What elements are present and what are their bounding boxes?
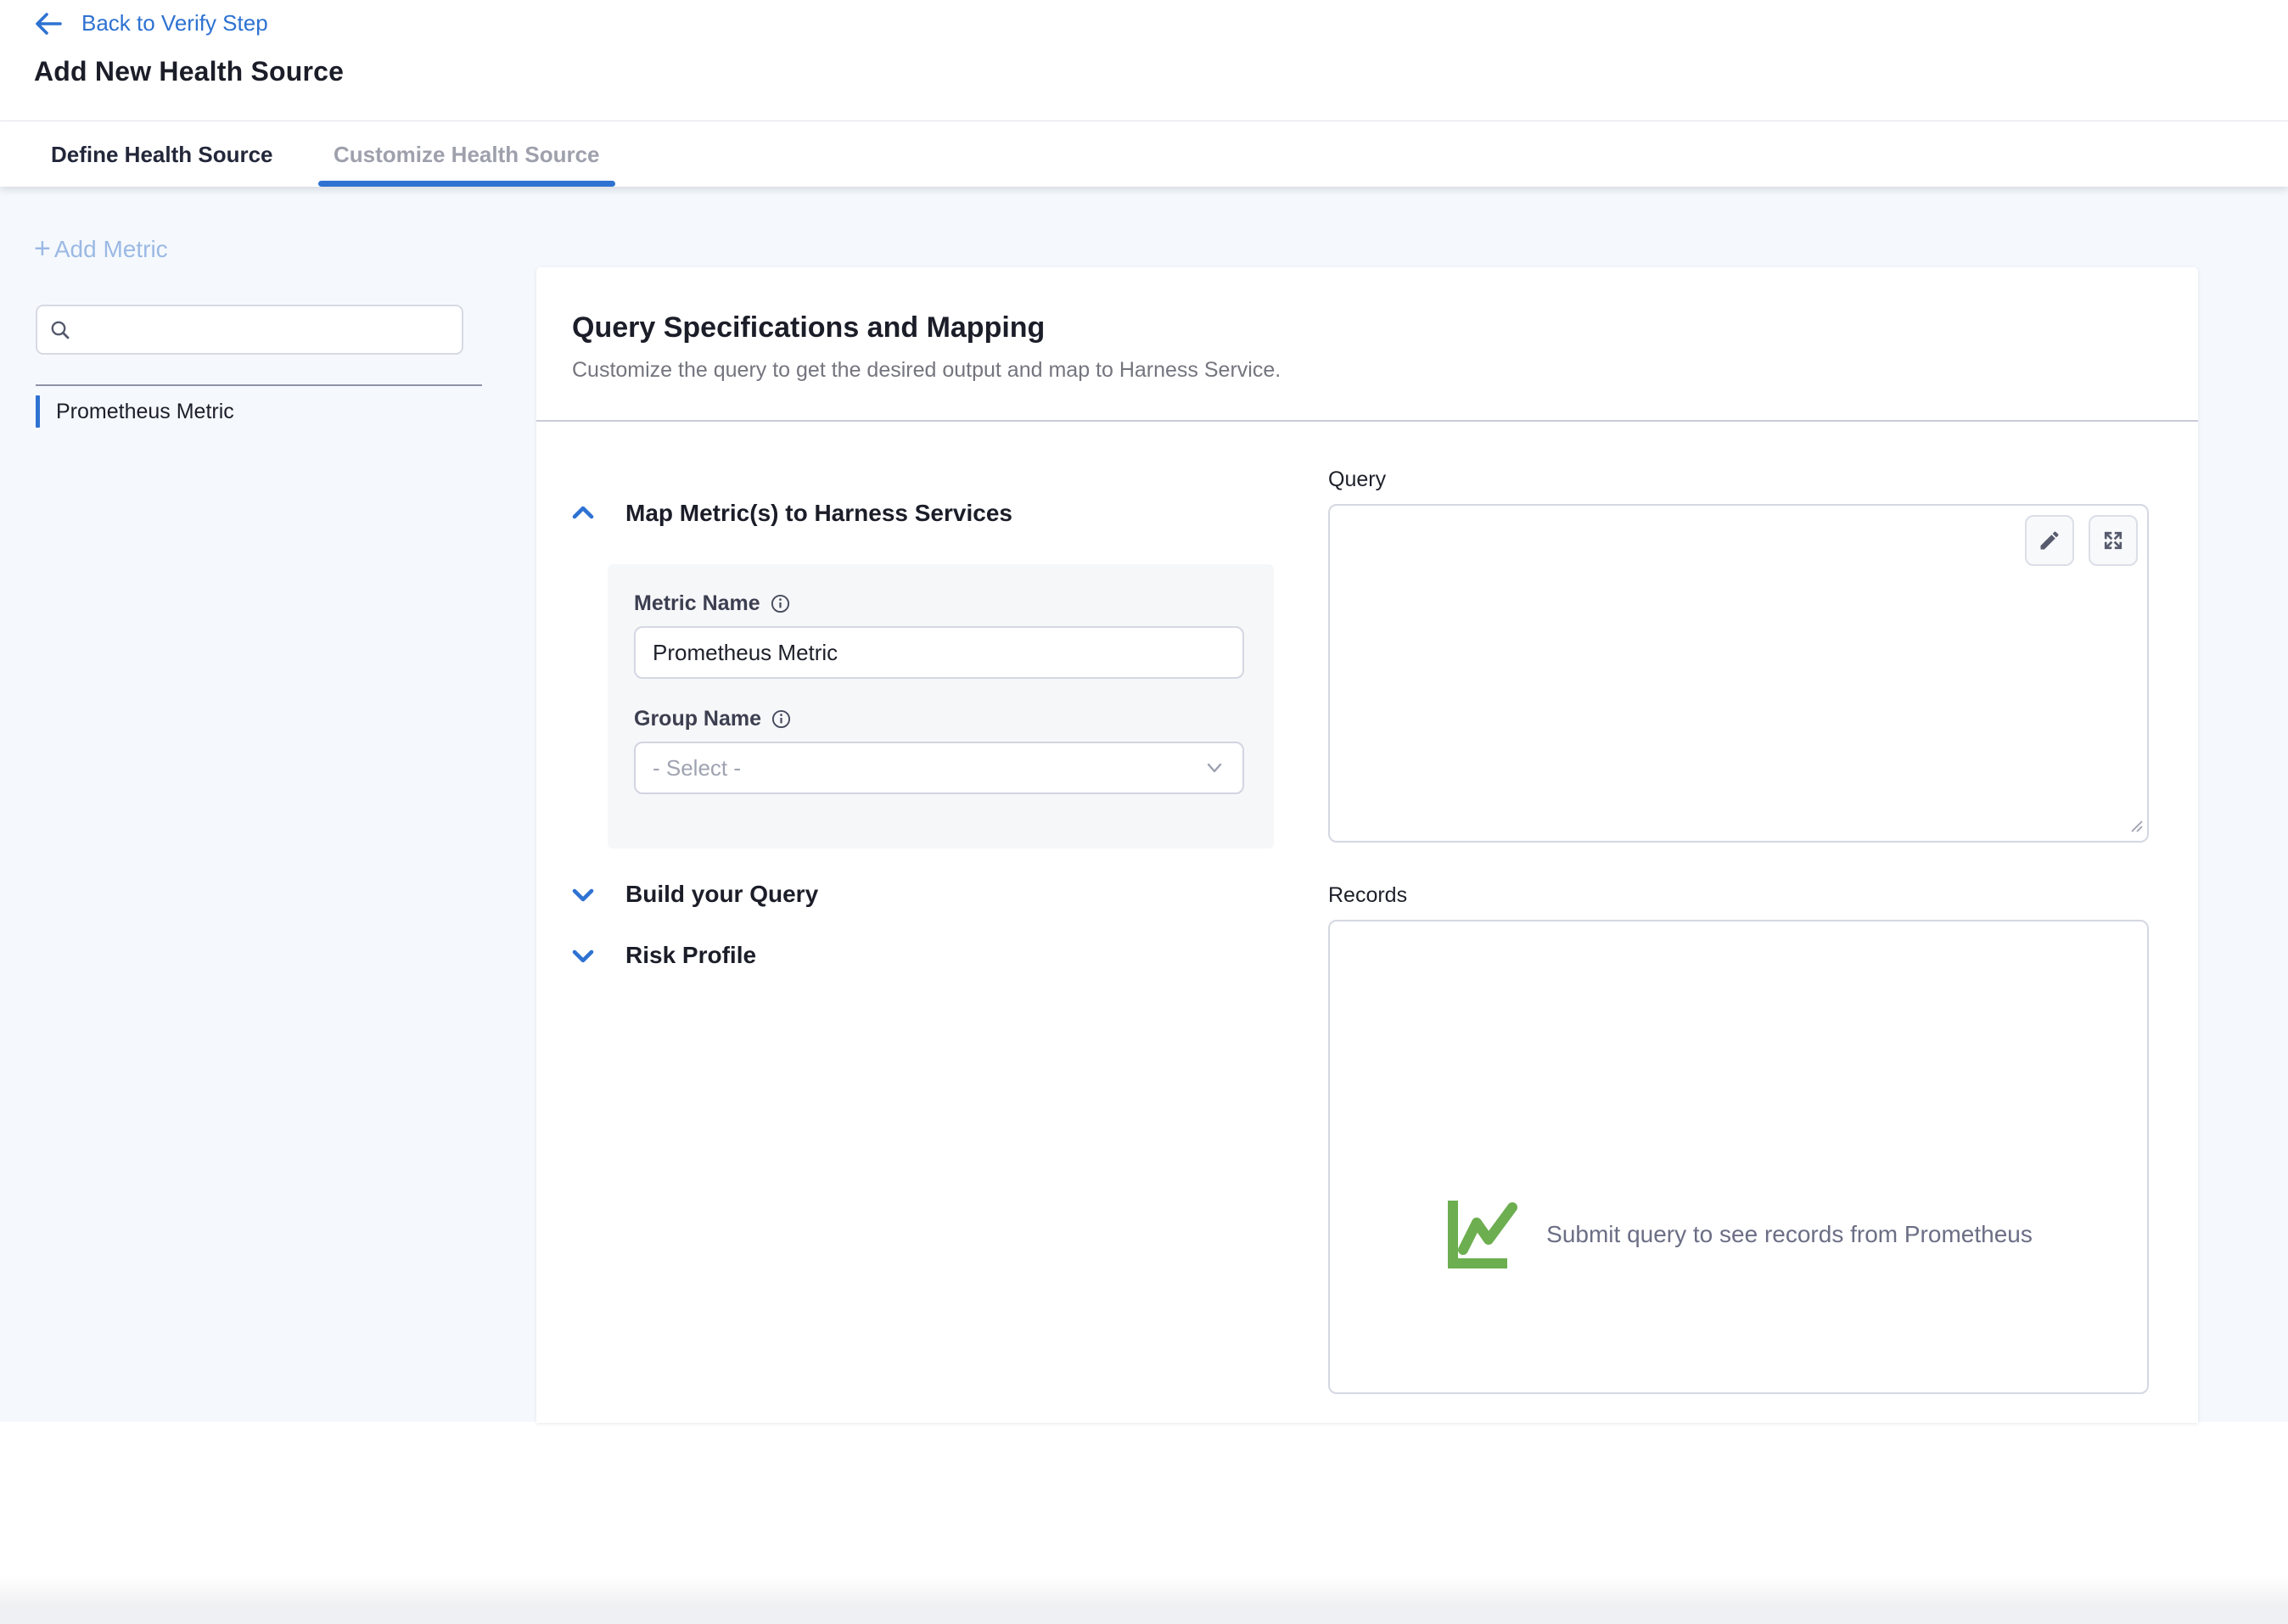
health-source-tabbar: Define Health Source Customize Health So… [0, 122, 2288, 187]
search-input[interactable] [81, 317, 450, 342]
section-map-metrics-header[interactable]: Map Metric(s) to Harness Services [570, 498, 1330, 529]
plus-icon: + [34, 237, 51, 260]
group-name-label-row: Group Name [634, 707, 1248, 731]
query-actions [2025, 515, 2138, 566]
page-header: Back to Verify Step Add New Health Sourc… [0, 0, 2288, 121]
mapping-column: Map Metric(s) to Harness Services Metric… [570, 422, 1330, 971]
section-risk-profile-header[interactable]: Risk Profile [570, 940, 1330, 971]
group-name-select[interactable]: - Select - [634, 742, 1244, 794]
arrow-left-icon [34, 12, 63, 36]
expand-query-button[interactable] [2089, 515, 2138, 566]
search-icon [49, 319, 71, 341]
map-metric-form-card: Metric Name Group Name [608, 564, 1274, 848]
select-placeholder: - Select - [653, 755, 741, 781]
records-empty-state: Submit query to see records from Prometh… [1330, 1197, 2147, 1272]
metric-search-box [36, 305, 463, 355]
expand-arrows-icon [2101, 529, 2125, 552]
pencil-icon [2038, 529, 2061, 552]
line-chart-icon [1444, 1197, 1529, 1272]
add-new-health-source-page: Back to Verify Step Add New Health Sourc… [0, 0, 2288, 1437]
metric-item-label: Prometheus Metric [56, 400, 234, 424]
panel-title: Query Specifications and Mapping [572, 311, 1045, 344]
chevron-down-icon [570, 884, 596, 904]
bottom-strip [0, 1609, 2288, 1624]
section-build-query-header[interactable]: Build your Query [570, 879, 1330, 910]
chevron-up-icon [570, 503, 596, 524]
section-label: Build your Query [625, 881, 818, 908]
query-records-column: Query [1328, 422, 2149, 1394]
sidebar-divider [36, 384, 482, 386]
query-specifications-panel: Query Specifications and Mapping Customi… [536, 267, 2198, 1423]
tab-customize-health-source[interactable]: Customize Health Source [318, 122, 615, 187]
panel-subtitle: Customize the query to get the desired o… [572, 358, 1281, 383]
chevron-down-icon [1203, 759, 1225, 777]
selected-indicator-bar [36, 395, 40, 428]
records-panel: Submit query to see records from Prometh… [1328, 920, 2149, 1394]
metric-name-label-row: Metric Name [634, 591, 1248, 616]
info-icon[interactable] [771, 708, 792, 730]
back-to-verify-step-link[interactable]: Back to Verify Step [34, 10, 268, 36]
info-icon[interactable] [770, 593, 791, 614]
section-label: Map Metric(s) to Harness Services [625, 500, 1012, 527]
add-metric-button[interactable]: + Add Metric [34, 236, 168, 263]
metric-list-item-prometheus[interactable]: Prometheus Metric [36, 395, 482, 428]
records-empty-text: Submit query to see records from Prometh… [1546, 1221, 2033, 1248]
page-title: Add New Health Source [34, 56, 344, 87]
query-label: Query [1328, 468, 2149, 492]
panel-header: Query Specifications and Mapping Customi… [536, 267, 2198, 422]
panel-body: Map Metric(s) to Harness Services Metric… [536, 422, 2198, 1421]
metric-name-input[interactable] [634, 626, 1244, 679]
records-label: Records [1328, 883, 2149, 908]
edit-query-button[interactable] [2025, 515, 2074, 566]
chevron-down-icon [570, 945, 596, 966]
metric-name-label: Metric Name [634, 591, 760, 616]
group-name-label: Group Name [634, 707, 761, 731]
query-editor[interactable] [1328, 504, 2149, 843]
content-area: + Add Metric Prometheus Metric Query Spe… [0, 187, 2288, 1422]
section-label: Risk Profile [625, 942, 756, 969]
back-link-label: Back to Verify Step [81, 10, 268, 36]
tab-define-health-source[interactable]: Define Health Source [36, 122, 289, 187]
bottom-scroll-fade [0, 1576, 2288, 1609]
resize-handle[interactable] [2128, 818, 2144, 837]
add-metric-label: Add Metric [54, 236, 168, 263]
